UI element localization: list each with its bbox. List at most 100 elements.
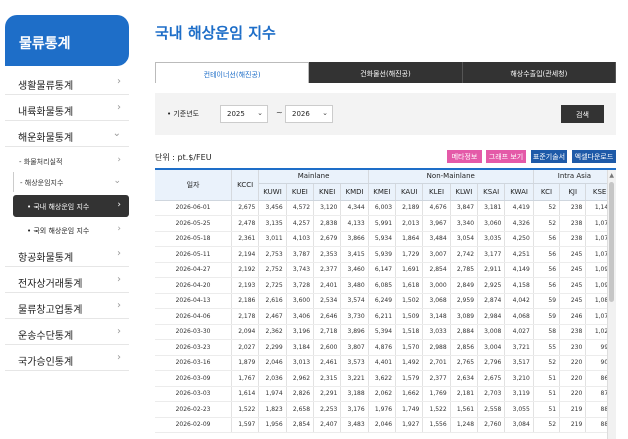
sidebar-subitem-label: • 국외 해상운임 지수 bbox=[27, 227, 90, 235]
index-cell: 2,646 bbox=[313, 308, 342, 325]
table-row: 2026-03-23 2,027 2,299 3,184 2,600 3,807 4,876… bbox=[155, 339, 616, 356]
index-cell: 3,460 bbox=[340, 262, 369, 278]
standard-doc-button[interactable]: 표준기술서 bbox=[531, 150, 567, 163]
index-cell: 2,315 bbox=[313, 370, 342, 387]
sidebar-subitem-foreign-index[interactable]: • 국외 해상운임 지수 › bbox=[13, 219, 129, 241]
index-cell: 5,939 bbox=[368, 246, 397, 263]
index-cell: 2,461 bbox=[313, 355, 342, 371]
index-cell: 2,094 bbox=[231, 324, 260, 340]
freight-index-table[interactable]: 일자 KCCI Mainlane Non-Mainlane Intra Asia… bbox=[155, 168, 616, 439]
index-cell: 3,135 bbox=[258, 215, 287, 232]
table-row: 2026-02-09 1,597 1,956 2,854 2,407 3,483 2,046… bbox=[155, 417, 616, 433]
date-cell: 2026-04-20 bbox=[155, 277, 233, 294]
meta-info-button[interactable]: 메타정보 bbox=[447, 150, 482, 163]
chevron-right-icon: › bbox=[117, 326, 121, 337]
index-cell: 2,634 bbox=[450, 370, 479, 387]
range-separator: ~ bbox=[276, 108, 283, 117]
index-cell: 3,483 bbox=[340, 417, 369, 433]
sidebar-item-inland-freight[interactable]: 내륙화물통계 › bbox=[5, 97, 129, 121]
index-cell: 3,068 bbox=[422, 293, 451, 309]
index-cell: 2,186 bbox=[231, 293, 260, 309]
index-cell: 2,401 bbox=[313, 277, 342, 294]
date-cell: 2026-05-18 bbox=[155, 231, 233, 247]
date-cell: 2026-03-16 bbox=[155, 355, 233, 371]
column-header-kci: KCI bbox=[533, 183, 561, 201]
index-cell: 2,467 bbox=[258, 308, 287, 325]
index-cell: 4,068 bbox=[504, 308, 534, 325]
index-cell: 2,046 bbox=[368, 417, 397, 433]
sidebar-item-transport[interactable]: 운송수단통계 › bbox=[5, 321, 129, 345]
column-header-kji: KJI bbox=[559, 183, 587, 201]
index-cell: 220 bbox=[559, 386, 587, 402]
sidebar-subitem-domestic-index[interactable]: • 국내 해상운임 지수 › bbox=[13, 195, 129, 217]
index-cell: 2,785 bbox=[450, 262, 479, 278]
index-cell: 4,257 bbox=[286, 215, 315, 232]
index-cell: 2,178 bbox=[231, 308, 260, 325]
index-cell: 51 bbox=[533, 370, 561, 387]
index-cell: 2,027 bbox=[231, 339, 260, 356]
index-cell: 3,054 bbox=[450, 231, 479, 247]
index-cell: 220 bbox=[559, 355, 587, 371]
sidebar-item-ecommerce[interactable]: 전자상거래통계 › bbox=[5, 269, 129, 293]
sidebar-item-life-logistics[interactable]: 생활물류통계 › bbox=[5, 71, 129, 95]
from-year-select[interactable]: 2025 ⌄ bbox=[220, 105, 268, 123]
sidebar-subitem-freight-index[interactable]: - 해상운임지수 ⌄ bbox=[13, 172, 129, 192]
index-cell: 1,248 bbox=[450, 417, 479, 433]
table-row: 2026-04-27 2,192 2,752 3,743 2,377 3,460 6,147… bbox=[155, 262, 616, 278]
index-cell: 1,823 bbox=[258, 401, 287, 418]
column-header-knei: KNEI bbox=[313, 183, 342, 201]
sidebar-item-national-stats[interactable]: 국가승인통계 › bbox=[5, 347, 129, 371]
sidebar-item-air-freight[interactable]: 항공화물통계 › bbox=[5, 243, 129, 267]
tab-container[interactable]: 컨테이너선(해진공) bbox=[155, 62, 310, 83]
date-cell: 2026-05-25 bbox=[155, 215, 233, 232]
scrollbar-thumb[interactable] bbox=[609, 182, 614, 302]
sidebar-subitem-label: - 해상운임지수 bbox=[20, 179, 64, 187]
table-row: 2026-03-09 1,767 2,036 2,962 2,315 3,221 3,622… bbox=[155, 370, 616, 387]
index-cell: 2,984 bbox=[477, 308, 506, 325]
index-cell: 1,492 bbox=[395, 355, 424, 371]
scroll-up-icon[interactable]: ▲ bbox=[609, 172, 614, 179]
column-header-kwai: KWAI bbox=[504, 183, 534, 201]
index-cell: 2,193 bbox=[231, 277, 260, 294]
sidebar-item-warehouse[interactable]: 물류창고업통계 › bbox=[5, 295, 129, 319]
table-scrollbar[interactable]: ▲ bbox=[607, 170, 616, 439]
graph-view-button[interactable]: 그래프 보기 bbox=[486, 150, 526, 163]
index-cell: 2,291 bbox=[313, 386, 342, 402]
index-cell: 1,749 bbox=[395, 401, 424, 418]
tab-customs[interactable]: 해상수출입(관세청) bbox=[462, 62, 616, 83]
index-cell: 1,956 bbox=[258, 417, 287, 433]
index-cell: 1,597 bbox=[231, 417, 260, 433]
column-header-kaui: KAUI bbox=[395, 183, 424, 201]
excel-download-button[interactable]: 엑셀다운로드 bbox=[572, 150, 616, 163]
index-cell: 2,600 bbox=[313, 339, 342, 356]
to-year-value: 2026 bbox=[292, 110, 310, 118]
index-cell: 4,042 bbox=[504, 293, 534, 309]
sidebar-item-label: 해운화물통계 bbox=[18, 133, 74, 144]
index-cell: 2,701 bbox=[422, 355, 451, 371]
index-cell: 3,721 bbox=[504, 339, 534, 356]
to-year-select[interactable]: 2026 ⌄ bbox=[285, 105, 333, 123]
tab-dry-bulk[interactable]: 건화물선(해진공) bbox=[309, 62, 463, 83]
column-header-kmdi: KMDI bbox=[340, 183, 369, 201]
chevron-right-icon: › bbox=[117, 76, 121, 87]
index-cell: 1,502 bbox=[395, 293, 424, 309]
chevron-right-icon: › bbox=[117, 300, 121, 311]
index-cell: 2,765 bbox=[450, 355, 479, 371]
sidebar-item-shipping-freight[interactable]: 해운화물통계 ⌄ bbox=[5, 123, 129, 147]
index-cell: 3,089 bbox=[450, 308, 479, 325]
table-row: 2026-03-30 2,094 2,362 3,196 2,718 3,896 5,394… bbox=[155, 324, 616, 340]
sidebar-subitem-label: • 국내 해상운임 지수 bbox=[27, 203, 90, 211]
index-cell: 1,927 bbox=[395, 417, 424, 433]
index-cell: 2,752 bbox=[258, 262, 287, 278]
index-cell: 3,847 bbox=[450, 200, 479, 216]
table-row: 2026-05-25 2,478 3,135 4,257 2,838 4,133 5,991… bbox=[155, 215, 616, 232]
sidebar-subitem-cargo-handling[interactable]: - 화물처리실적 › bbox=[13, 151, 129, 171]
index-cell: 2,377 bbox=[313, 262, 342, 278]
search-button[interactable]: 검색 bbox=[561, 105, 604, 123]
index-cell: 3,011 bbox=[258, 231, 287, 247]
sidebar-item-label: 운송수단통계 bbox=[18, 331, 74, 342]
sidebar-title: 물류통계 bbox=[5, 15, 129, 66]
date-cell: 2026-02-09 bbox=[155, 417, 233, 433]
column-header-kuwi: KUWI bbox=[258, 183, 287, 201]
index-cell: 1,769 bbox=[422, 386, 451, 402]
